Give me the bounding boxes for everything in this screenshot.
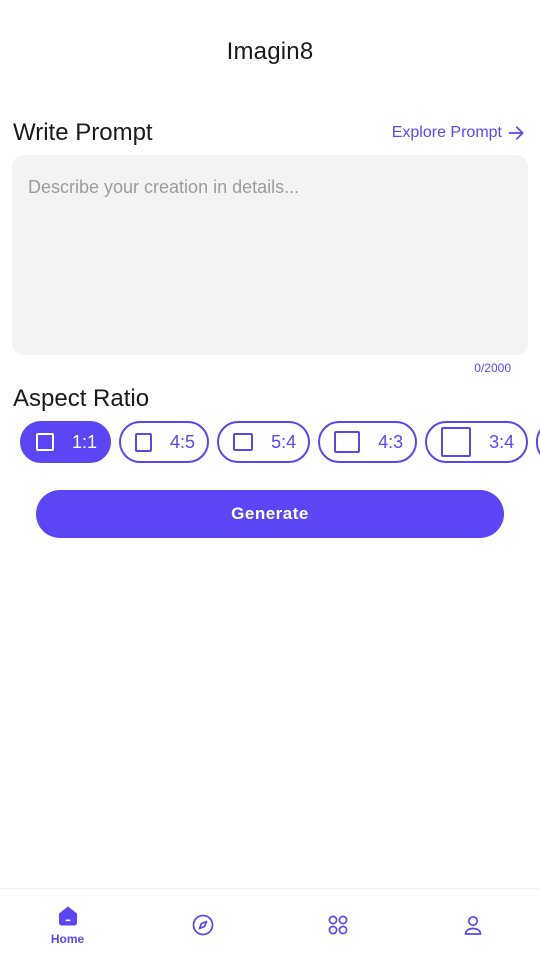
- prompt-input[interactable]: [12, 155, 528, 355]
- write-prompt-title: Write Prompt: [13, 119, 153, 146]
- ratio-option-4-3[interactable]: 4:3: [318, 421, 418, 463]
- generate-button[interactable]: Generate: [36, 490, 504, 538]
- aspect-ratio-options: 1:1 4:5 5:4 4:3 3:4: [20, 421, 540, 463]
- compass-icon: [192, 914, 213, 935]
- nav-item-gallery[interactable]: [270, 889, 405, 960]
- grid-icon: [328, 915, 347, 934]
- ratio-option-label: 4:5: [170, 431, 196, 452]
- prompt-header: Write Prompt Explore Prompt: [13, 118, 526, 148]
- bottom-navigation: Home: [0, 888, 540, 960]
- ratio-option-1-1[interactable]: 1:1: [20, 421, 112, 463]
- nav-item-explore[interactable]: [135, 889, 270, 960]
- home-icon: [58, 906, 77, 925]
- ratio-option-label: 4:3: [378, 431, 404, 452]
- square-ratio-icon: [36, 433, 54, 451]
- nav-item-home[interactable]: Home: [0, 889, 135, 960]
- character-counter: 0/2000: [474, 361, 511, 375]
- arrow-right-icon: [508, 126, 524, 140]
- ratio-option-4-5[interactable]: 4:5: [119, 421, 210, 463]
- aspect-ratio-title: Aspect Ratio: [13, 385, 150, 412]
- ratio-option-label: 5:4: [271, 431, 297, 452]
- ratio-option-label: 3:4: [489, 431, 515, 452]
- nav-item-profile[interactable]: [405, 889, 540, 960]
- portrait-ratio-icon: [135, 432, 153, 452]
- landscape-ratio-icon: [334, 431, 361, 453]
- ratio-option-5-4[interactable]: 5:4: [217, 421, 311, 463]
- ratio-option-label: 1:1: [72, 431, 98, 452]
- app-title: Imagin8: [226, 38, 314, 65]
- landscape-ratio-icon: [233, 433, 254, 451]
- explore-prompt-label: Explore Prompt: [391, 124, 502, 141]
- explore-prompt-link[interactable]: Explore Prompt: [392, 123, 526, 143]
- ratio-option-more[interactable]: [536, 421, 540, 463]
- profile-icon: [464, 915, 481, 935]
- portrait-ratio-icon: [441, 427, 472, 457]
- nav-label-home: Home: [50, 931, 85, 946]
- ratio-option-3-4[interactable]: 3:4: [425, 421, 529, 463]
